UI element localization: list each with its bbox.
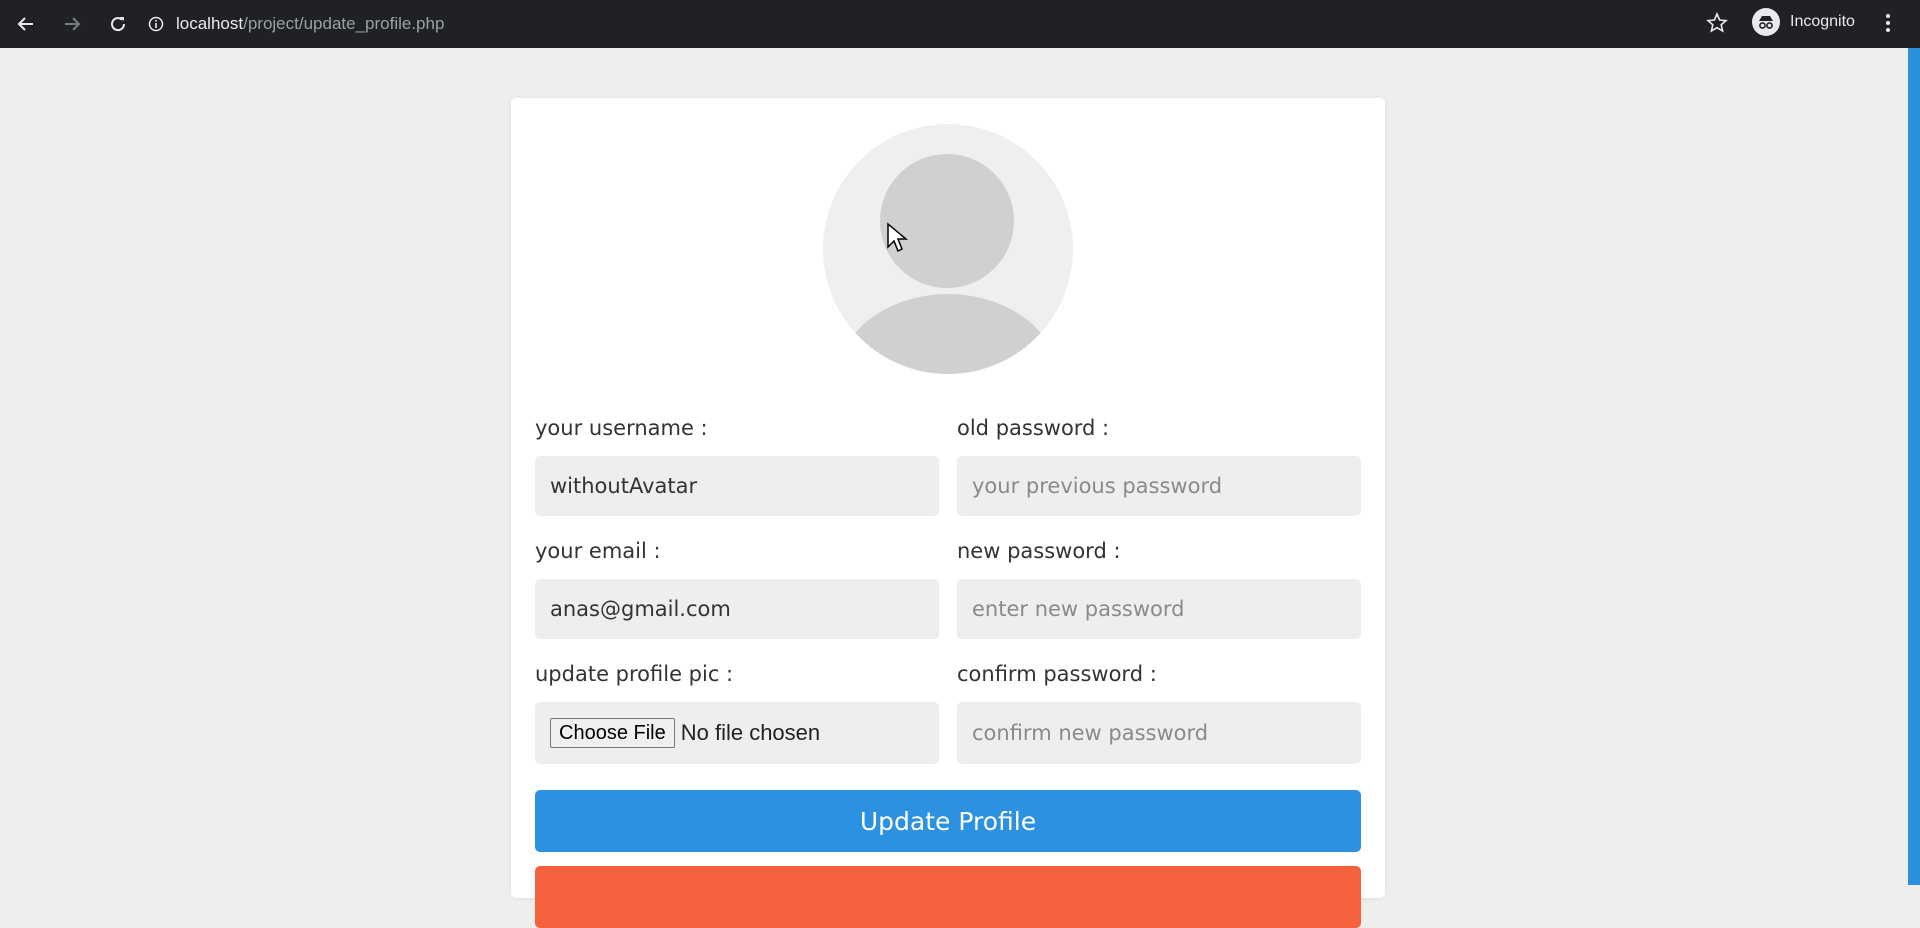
old-password-label: old password : xyxy=(957,416,1110,440)
browser-toolbar: localhost/project/update_profile.php Inc… xyxy=(0,0,1920,48)
file-status: No file chosen xyxy=(680,720,821,745)
secondary-button[interactable] xyxy=(535,866,1361,928)
mouse-cursor-icon xyxy=(886,222,909,258)
new-password-label: new password : xyxy=(957,539,1121,563)
email-value: anas@gmail.com xyxy=(550,597,731,621)
avatar-placeholder-icon xyxy=(823,124,1073,374)
confirm-password-label: confirm password : xyxy=(957,662,1157,686)
incognito-label: Incognito xyxy=(1790,13,1855,30)
incognito-icon xyxy=(1752,8,1780,36)
new-password-placeholder: enter new password xyxy=(972,597,1185,621)
old-password-field[interactable]: your previous password xyxy=(957,456,1361,516)
address-bar[interactable]: localhost/project/update_profile.php xyxy=(136,6,1736,42)
update-profile-button[interactable]: Update Profile xyxy=(535,790,1361,852)
info-icon[interactable] xyxy=(148,16,164,32)
url-host: localhost xyxy=(176,14,244,33)
update-profile-card: your username : withoutAvatar old passwo… xyxy=(511,98,1385,928)
star-icon[interactable] xyxy=(1706,11,1728,38)
email-field[interactable]: anas@gmail.com xyxy=(535,579,939,639)
username-field[interactable]: withoutAvatar xyxy=(535,456,939,516)
new-password-field[interactable]: enter new password xyxy=(957,579,1361,639)
confirm-password-placeholder: confirm new password xyxy=(972,721,1209,745)
reload-icon xyxy=(111,17,126,32)
email-label: your email : xyxy=(535,539,661,563)
avatar-head xyxy=(880,154,1014,288)
incognito-indicator[interactable]: Incognito xyxy=(1752,8,1855,36)
reload-button[interactable] xyxy=(98,4,138,44)
forward-button[interactable] xyxy=(52,4,92,44)
scroll-edge xyxy=(1908,48,1920,885)
profile-pic-label: update profile pic : xyxy=(535,662,734,686)
old-password-placeholder: your previous password xyxy=(972,474,1223,498)
back-arrow-icon xyxy=(17,17,33,31)
menu-dots-icon[interactable] xyxy=(1884,12,1892,38)
choose-file-button[interactable]: Choose File xyxy=(550,718,675,748)
username-value: withoutAvatar xyxy=(550,474,698,498)
back-button[interactable] xyxy=(6,4,46,44)
url-path: /project/update_profile.php xyxy=(243,14,445,33)
profile-pic-field: Choose File No file chosen xyxy=(535,702,939,764)
username-label: your username : xyxy=(535,416,708,440)
forward-arrow-icon xyxy=(65,17,81,31)
confirm-password-field[interactable]: confirm new password xyxy=(957,702,1361,764)
avatar-body xyxy=(835,294,1061,374)
